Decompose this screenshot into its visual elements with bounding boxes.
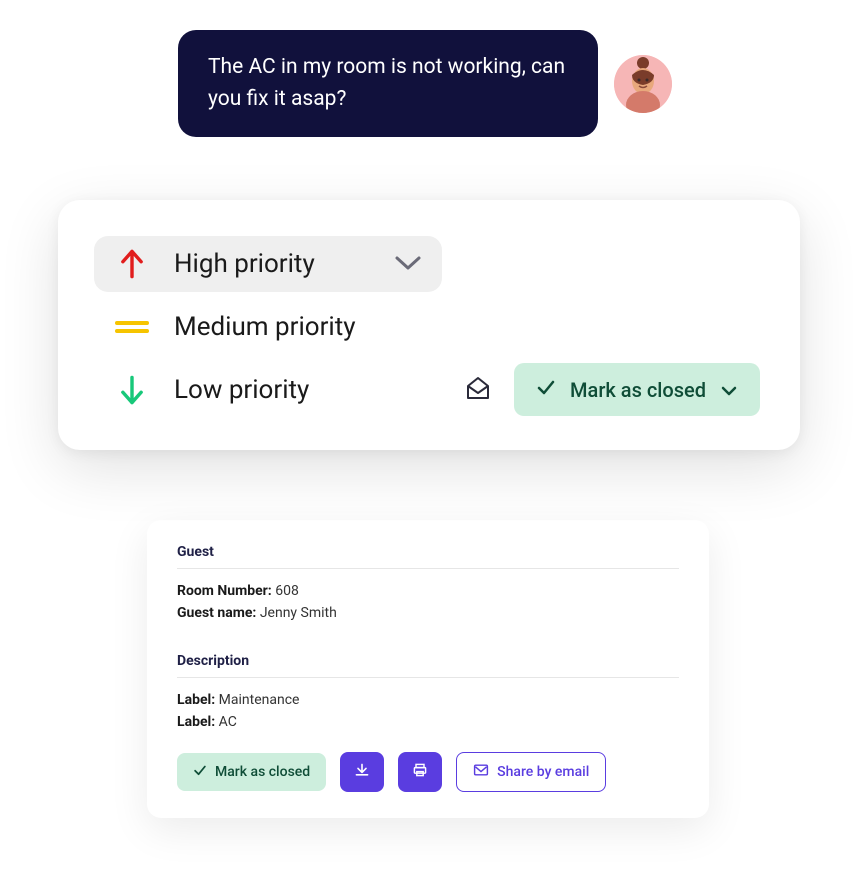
chevron-down-icon [720,378,738,402]
mark-as-closed-button[interactable]: Mark as closed [177,753,326,791]
priority-label: High priority [174,249,370,279]
label-row: Label: Maintenance [177,692,679,708]
label-row: Label: AC [177,714,679,730]
mark-closed-label: Mark as closed [215,764,310,780]
guest-name-label: Guest name: [177,605,256,621]
room-number-label: Room Number: [177,583,272,599]
print-icon [412,762,428,782]
mark-closed-row: Mark as closed [464,363,760,416]
guest-avatar [614,55,672,113]
room-number-value: 608 [275,583,299,599]
chat-message-text: The AC in my room is not working, can yo… [208,55,565,111]
divider [177,568,679,569]
guest-heading: Guest [177,544,679,560]
actions-row: Mark as closed [177,752,679,792]
chat-row: The AC in my room is not working, can yo… [178,30,672,137]
check-icon [193,763,207,781]
download-icon [354,762,370,782]
chevron-down-icon [394,249,422,279]
mark-closed-label: Mark as closed [570,378,706,402]
priority-option-high[interactable]: High priority [94,236,442,292]
label-key: Label: [177,692,215,708]
room-number-row: Room Number: 608 [177,583,679,599]
label-key: Label: [177,714,215,730]
share-email-label: Share by email [497,764,589,780]
guest-name-value: Jenny Smith [260,605,337,621]
priority-card: High priority Medium priority [58,200,800,450]
envelope-open-icon[interactable] [464,374,492,406]
mark-as-closed-button[interactable]: Mark as closed [514,363,760,416]
divider [177,677,679,678]
priority-option-medium[interactable]: Medium priority [94,300,760,354]
download-button[interactable] [340,752,384,792]
label-value: Maintenance [219,692,300,708]
chat-bubble: The AC in my room is not working, can yo… [178,30,598,137]
mail-icon [473,763,489,781]
label-value: AC [219,714,237,730]
description-heading: Description [177,653,679,669]
equals-icon [114,318,150,336]
details-card: Guest Room Number: 608 Guest name: Jenny… [147,520,709,818]
priority-label: Medium priority [174,312,740,342]
arrow-down-icon [114,374,150,406]
arrow-up-icon [114,248,150,280]
share-by-email-button[interactable]: Share by email [456,752,606,792]
print-button[interactable] [398,752,442,792]
guest-name-row: Guest name: Jenny Smith [177,605,679,621]
check-icon [536,377,556,402]
